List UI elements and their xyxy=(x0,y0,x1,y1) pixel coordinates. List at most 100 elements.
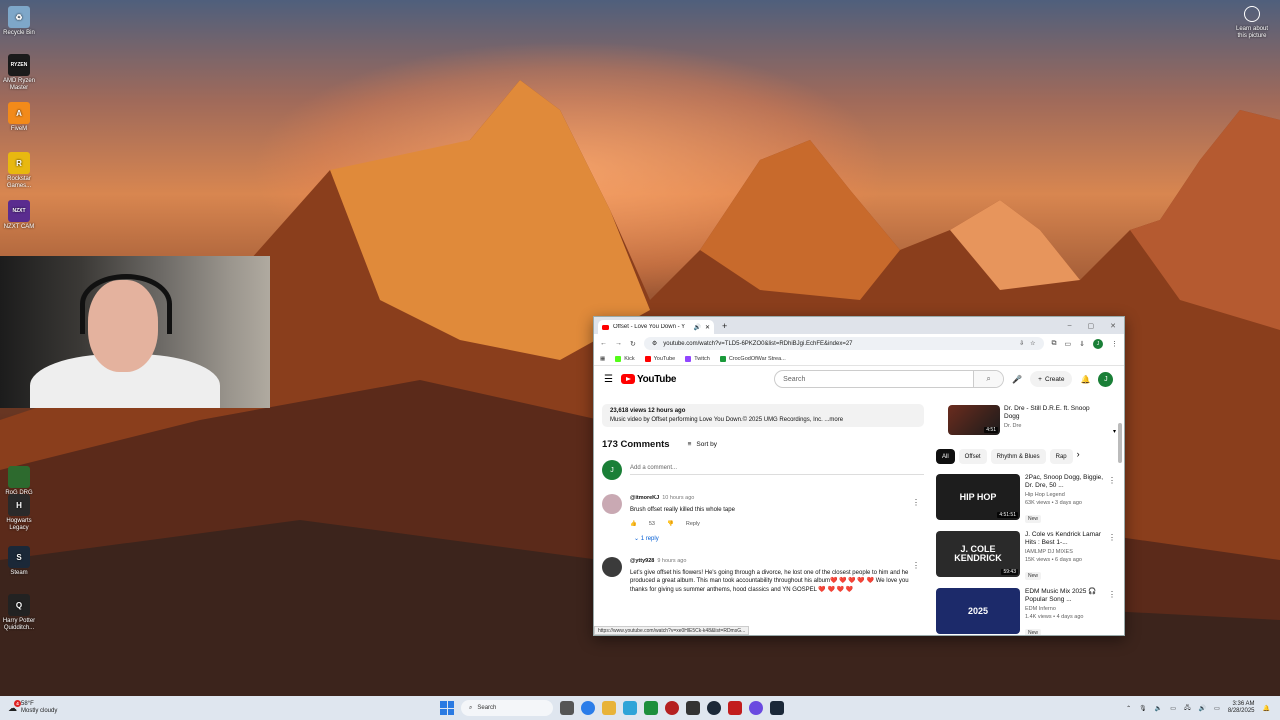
video-menu-icon[interactable]: ⋮ xyxy=(1108,590,1116,599)
bookmark-item[interactable]: YouTube xyxy=(644,356,675,362)
comment-time[interactable]: 9 hours ago xyxy=(657,558,686,564)
top-video[interactable]: 4:51 Dr. Dre - Still D.R.E. ft. Snoop Do… xyxy=(936,405,1116,435)
maximize-button[interactable]: ▢ xyxy=(1088,322,1095,330)
like-icon[interactable]: 👍 xyxy=(630,520,637,529)
start-button[interactable] xyxy=(440,701,454,715)
desktop-icon[interactable]: H Hogwarts Legacy xyxy=(2,494,36,532)
epic-games-icon[interactable] xyxy=(686,701,700,715)
desktop-icon[interactable]: RYZEN AMD Ryzen Master xyxy=(2,54,36,92)
video-menu-icon[interactable]: ⋮ xyxy=(1108,533,1116,542)
youtube-logo[interactable]: YouTube xyxy=(620,374,676,385)
video-title[interactable]: J. Cole vs Kendrick Lamar Hits : Best 1-… xyxy=(1025,531,1111,547)
bookmark-item[interactable]: CrocGodOfWar Strea... xyxy=(719,356,786,362)
install-icon[interactable]: ⇩ xyxy=(1019,340,1024,347)
learn-about-picture[interactable]: Learn about this picture xyxy=(1232,6,1272,40)
filter-chip[interactable]: All xyxy=(936,449,955,464)
close-window-button[interactable]: ✕ xyxy=(1110,322,1116,330)
desktop-icon[interactable]: A FiveM xyxy=(2,102,36,133)
search-box[interactable]: Search ⌕ xyxy=(774,370,1005,388)
description-box[interactable]: 23,618 views 12 hours ago Music video by… xyxy=(602,404,924,427)
chevron-down-icon[interactable]: ▾ xyxy=(1113,428,1116,435)
desktop-icon[interactable]: R Rockstar Games... xyxy=(2,152,36,190)
recommended-video[interactable]: 2025 EDM Music Mix 2025 🎧 Popular Song ..… xyxy=(936,588,1116,635)
desktop-icon[interactable]: S Steam xyxy=(2,546,36,577)
reply-button[interactable]: Reply xyxy=(686,520,700,529)
comment-avatar[interactable] xyxy=(602,494,622,514)
video-title[interactable]: 2Pac, Snoop Dogg, Biggie, Dr. Dre, 50 ..… xyxy=(1025,474,1111,490)
add-comment-input[interactable]: Add a comment... xyxy=(630,465,924,475)
recorder-icon[interactable] xyxy=(728,701,742,715)
xbox-icon[interactable] xyxy=(644,701,658,715)
apps-icon[interactable]: ▦ xyxy=(600,356,605,362)
filter-chip[interactable]: Rap xyxy=(1049,449,1073,464)
video-thumbnail[interactable]: J. COLE KENDRICK 59:43 xyxy=(936,531,1020,577)
bookmark-item[interactable]: Twitch xyxy=(685,356,710,362)
downloads-icon[interactable]: ⇓ xyxy=(1079,340,1085,348)
recommended-video[interactable]: J. COLE KENDRICK 59:43 J. Cole vs Kendrick… xyxy=(936,531,1116,582)
steam-icon[interactable] xyxy=(707,701,721,715)
dislike-icon[interactable]: 👎 xyxy=(667,520,674,529)
create-button[interactable]: + Create xyxy=(1030,371,1073,387)
comment-author[interactable]: @ytty928 xyxy=(630,558,654,564)
file-explorer-icon[interactable] xyxy=(602,701,616,715)
copilot-icon[interactable] xyxy=(623,701,637,715)
sort-by-button[interactable]: ≡ Sort by xyxy=(688,441,717,448)
channel-name[interactable]: Dr. Dre xyxy=(1004,423,1090,431)
scrollbar[interactable] xyxy=(1118,423,1122,463)
video-thumbnail[interactable]: HIP HOP 4:51:51 xyxy=(936,474,1020,520)
comment-author[interactable]: @itmoreKJ xyxy=(630,495,659,501)
chevron-right-icon[interactable]: › xyxy=(1077,449,1080,464)
app-red-icon[interactable] xyxy=(665,701,679,715)
volume-icon[interactable]: 🔈 xyxy=(1155,705,1162,712)
menu-icon[interactable]: ⋮ xyxy=(1111,340,1118,348)
reload-icon[interactable]: ↻ xyxy=(630,340,636,348)
comment-menu-icon[interactable]: ⋮ xyxy=(912,561,920,570)
extensions-icon[interactable]: ⧉ xyxy=(1052,340,1057,348)
close-tab-icon[interactable]: ✕ xyxy=(705,324,710,331)
video-menu-icon[interactable]: ⋮ xyxy=(1108,476,1116,485)
notifications-bell-icon[interactable]: 🔔 xyxy=(1080,375,1090,384)
steam-active-icon[interactable] xyxy=(770,701,784,715)
channel-name[interactable]: Hip Hop Legend xyxy=(1025,492,1111,500)
notification-bell-icon[interactable]: 🔔 xyxy=(1263,705,1270,712)
taskbar-search[interactable]: ⌕ Search xyxy=(461,700,553,716)
account-avatar[interactable]: J xyxy=(1098,371,1114,387)
url-field[interactable]: ⚙ youtube.com/watch?v=TLD5-6PKZO0&list=R… xyxy=(643,337,1044,350)
new-tab-button[interactable]: + xyxy=(722,321,727,331)
video-title[interactable]: Dr. Dre - Still D.R.E. ft. Snoop Dogg xyxy=(1004,405,1090,421)
profile-avatar[interactable]: J xyxy=(1093,338,1103,349)
video-thumbnail[interactable]: 2025 xyxy=(936,588,1020,634)
comment-menu-icon[interactable]: ⋮ xyxy=(912,498,920,507)
search-icon[interactable]: ⌕ xyxy=(973,371,1004,387)
display-icon[interactable]: ▭ xyxy=(1170,705,1176,712)
browser-tab[interactable]: Offset - Love You Down - Y 🔊 ✕ xyxy=(598,320,714,334)
discord-icon[interactable] xyxy=(749,701,763,715)
replies-toggle[interactable]: ⌄ 1 reply xyxy=(634,535,910,544)
filter-chip[interactable]: Rhythm & Blues xyxy=(990,449,1046,464)
desktop-icon[interactable]: NZXT NZXT CAM xyxy=(2,200,36,231)
speaker-icon[interactable]: 🔊 xyxy=(693,324,700,331)
sidebar-icon[interactable]: ▭ xyxy=(1065,340,1072,348)
video-title[interactable]: EDM Music Mix 2025 🎧 Popular Song ... xyxy=(1025,588,1111,604)
video-thumbnail[interactable]: 4:51 xyxy=(948,405,1000,435)
minimize-button[interactable]: – xyxy=(1068,322,1072,330)
bookmark-star-icon[interactable]: ☆ xyxy=(1030,340,1035,347)
task-view-icon[interactable] xyxy=(560,701,574,715)
search-input[interactable]: Search xyxy=(775,376,973,383)
recommended-video[interactable]: HIP HOP 4:51:51 2Pac, Snoop Dogg, Biggie, … xyxy=(936,474,1116,525)
site-info-icon[interactable]: ⚙ xyxy=(652,340,657,347)
microphone-icon[interactable]: 🎤 xyxy=(1012,375,1022,384)
microphone-tray-icon[interactable]: 🎙 xyxy=(1139,705,1147,712)
hamburger-menu-icon[interactable]: ☰ xyxy=(604,374,613,385)
channel-name[interactable]: EDM Inferno xyxy=(1025,606,1111,614)
comment-avatar[interactable] xyxy=(602,557,622,577)
channel-name[interactable]: IAMLMP DJ MIXES xyxy=(1025,549,1111,557)
sound-icon[interactable]: 🔊 xyxy=(1199,705,1206,712)
desktop-icon[interactable]: Q Harry Potter Quidditch... xyxy=(2,594,36,632)
bookmark-item[interactable]: Kick xyxy=(615,356,635,362)
comment-time[interactable]: 10 hours ago xyxy=(662,495,694,501)
tray-overflow-icon[interactable]: ⌃ xyxy=(1126,705,1131,712)
battery-icon[interactable]: ▭ xyxy=(1214,705,1220,712)
filter-chip[interactable]: Offset xyxy=(958,449,987,464)
weather-widget[interactable]: ☁ 4 58°F Mostly cloudy xyxy=(0,699,440,715)
